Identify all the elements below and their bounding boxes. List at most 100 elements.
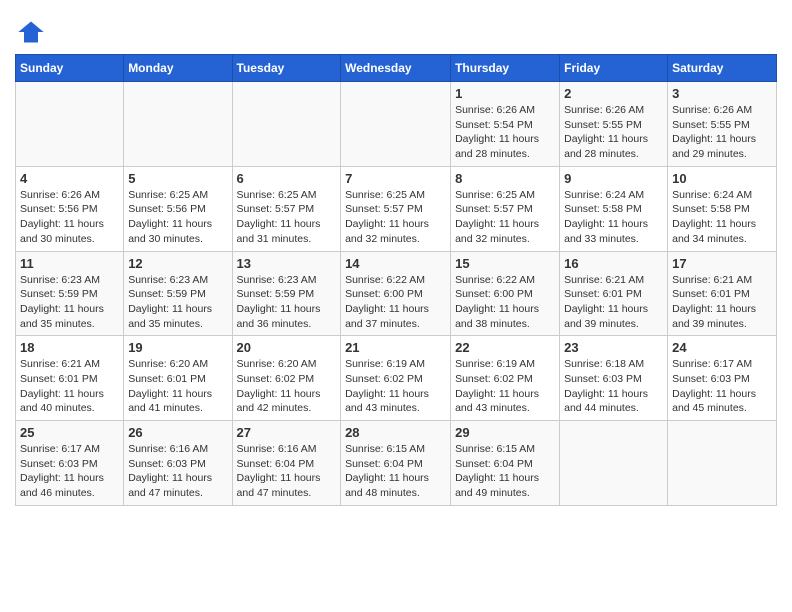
calendar-cell: 20 Sunrise: 6:20 AM Sunset: 6:02 PM Dayli… (232, 336, 341, 421)
day-info: Sunrise: 6:20 AM Sunset: 6:01 PM Dayligh… (128, 357, 227, 416)
day-number: 7 (345, 171, 446, 186)
day-info: Sunrise: 6:21 AM Sunset: 6:01 PM Dayligh… (20, 357, 119, 416)
day-info: Sunrise: 6:25 AM Sunset: 5:57 PM Dayligh… (345, 188, 446, 247)
calendar-table: SundayMondayTuesdayWednesdayThursdayFrid… (15, 54, 777, 506)
calendar-cell (560, 421, 668, 506)
day-number: 5 (128, 171, 227, 186)
day-info: Sunrise: 6:15 AM Sunset: 6:04 PM Dayligh… (345, 442, 446, 501)
calendar-cell: 6 Sunrise: 6:25 AM Sunset: 5:57 PM Daylig… (232, 166, 341, 251)
calendar-cell: 27 Sunrise: 6:16 AM Sunset: 6:04 PM Dayli… (232, 421, 341, 506)
calendar-cell: 16 Sunrise: 6:21 AM Sunset: 6:01 PM Dayli… (560, 251, 668, 336)
calendar-day-header: Thursday (451, 55, 560, 82)
calendar-cell: 23Sunrise: 6:18 AM Sunset: 6:03 PM Dayli… (560, 336, 668, 421)
day-info: Sunrise: 6:22 AM Sunset: 6:00 PM Dayligh… (455, 273, 555, 332)
calendar-cell: 29Sunrise: 6:15 AM Sunset: 6:04 PM Dayli… (451, 421, 560, 506)
day-info: Sunrise: 6:25 AM Sunset: 5:57 PM Dayligh… (455, 188, 555, 247)
day-info: Sunrise: 6:26 AM Sunset: 5:55 PM Dayligh… (672, 103, 772, 162)
day-number: 12 (128, 256, 227, 271)
day-info: Sunrise: 6:16 AM Sunset: 6:04 PM Dayligh… (237, 442, 337, 501)
calendar-cell: 15 Sunrise: 6:22 AM Sunset: 6:00 PM Dayli… (451, 251, 560, 336)
day-number: 28 (345, 425, 446, 440)
day-number: 18 (20, 340, 119, 355)
calendar-cell: 5 Sunrise: 6:25 AM Sunset: 5:56 PM Daylig… (124, 166, 232, 251)
day-number: 10 (672, 171, 772, 186)
day-number: 16 (564, 256, 663, 271)
day-number: 13 (237, 256, 337, 271)
day-number: 26 (128, 425, 227, 440)
calendar-cell: 13 Sunrise: 6:23 AM Sunset: 5:59 PM Dayli… (232, 251, 341, 336)
calendar-week-row: 11 Sunrise: 6:23 AM Sunset: 5:59 PM Dayli… (16, 251, 777, 336)
calendar-cell: 8 Sunrise: 6:25 AM Sunset: 5:57 PM Daylig… (451, 166, 560, 251)
day-number: 14 (345, 256, 446, 271)
day-number: 1 (455, 86, 555, 101)
calendar-header-row: SundayMondayTuesdayWednesdayThursdayFrid… (16, 55, 777, 82)
calendar-day-header: Sunday (16, 55, 124, 82)
calendar-cell: 12 Sunrise: 6:23 AM Sunset: 5:59 PM Dayli… (124, 251, 232, 336)
day-number: 3 (672, 86, 772, 101)
day-info: Sunrise: 6:23 AM Sunset: 5:59 PM Dayligh… (237, 273, 337, 332)
calendar-cell: 26 Sunrise: 6:16 AM Sunset: 6:03 PM Dayli… (124, 421, 232, 506)
day-info: Sunrise: 6:17 AM Sunset: 6:03 PM Dayligh… (672, 357, 772, 416)
day-info: Sunrise: 6:16 AM Sunset: 6:03 PM Dayligh… (128, 442, 227, 501)
day-info: Sunrise: 6:23 AM Sunset: 5:59 PM Dayligh… (20, 273, 119, 332)
day-number: 21 (345, 340, 446, 355)
calendar-day-header: Friday (560, 55, 668, 82)
day-number: 15 (455, 256, 555, 271)
calendar-cell: 21 Sunrise: 6:19 AM Sunset: 6:02 PM Dayli… (341, 336, 451, 421)
day-number: 27 (237, 425, 337, 440)
calendar-day-header: Tuesday (232, 55, 341, 82)
day-info: Sunrise: 6:26 AM Sunset: 5:56 PM Dayligh… (20, 188, 119, 247)
calendar-cell: 10 Sunrise: 6:24 AM Sunset: 5:58 PM Dayli… (668, 166, 777, 251)
calendar-cell (341, 82, 451, 167)
day-info: Sunrise: 6:19 AM Sunset: 6:02 PM Dayligh… (345, 357, 446, 416)
calendar-cell: 24 Sunrise: 6:17 AM Sunset: 6:03 PM Dayli… (668, 336, 777, 421)
day-number: 8 (455, 171, 555, 186)
day-info: Sunrise: 6:21 AM Sunset: 6:01 PM Dayligh… (564, 273, 663, 332)
day-number: 24 (672, 340, 772, 355)
day-info: Sunrise: 6:22 AM Sunset: 6:00 PM Dayligh… (345, 273, 446, 332)
calendar-cell (232, 82, 341, 167)
logo-icon (17, 18, 45, 46)
calendar-cell: 11 Sunrise: 6:23 AM Sunset: 5:59 PM Dayli… (16, 251, 124, 336)
day-number: 4 (20, 171, 119, 186)
day-info: Sunrise: 6:19 AM Sunset: 6:02 PM Dayligh… (455, 357, 555, 416)
calendar-week-row: 4 Sunrise: 6:26 AM Sunset: 5:56 PM Daylig… (16, 166, 777, 251)
calendar-cell: 25Sunrise: 6:17 AM Sunset: 6:03 PM Dayli… (16, 421, 124, 506)
calendar-cell: 1 Sunrise: 6:26 AM Sunset: 5:54 PM Daylig… (451, 82, 560, 167)
day-info: Sunrise: 6:18 AM Sunset: 6:03 PM Dayligh… (564, 357, 663, 416)
calendar-cell: 7 Sunrise: 6:25 AM Sunset: 5:57 PM Daylig… (341, 166, 451, 251)
day-number: 22 (455, 340, 555, 355)
day-info: Sunrise: 6:26 AM Sunset: 5:54 PM Dayligh… (455, 103, 555, 162)
day-info: Sunrise: 6:25 AM Sunset: 5:57 PM Dayligh… (237, 188, 337, 247)
calendar-cell: 19Sunrise: 6:20 AM Sunset: 6:01 PM Dayli… (124, 336, 232, 421)
calendar-cell: 28 Sunrise: 6:15 AM Sunset: 6:04 PM Dayli… (341, 421, 451, 506)
calendar-day-header: Saturday (668, 55, 777, 82)
day-info: Sunrise: 6:24 AM Sunset: 5:58 PM Dayligh… (672, 188, 772, 247)
calendar-cell: 14 Sunrise: 6:22 AM Sunset: 6:00 PM Dayli… (341, 251, 451, 336)
day-info: Sunrise: 6:24 AM Sunset: 5:58 PM Dayligh… (564, 188, 663, 247)
day-number: 11 (20, 256, 119, 271)
calendar-day-header: Wednesday (341, 55, 451, 82)
day-info: Sunrise: 6:17 AM Sunset: 6:03 PM Dayligh… (20, 442, 119, 501)
day-number: 6 (237, 171, 337, 186)
day-info: Sunrise: 6:20 AM Sunset: 6:02 PM Dayligh… (237, 357, 337, 416)
calendar-cell: 2Sunrise: 6:26 AM Sunset: 5:55 PM Daylig… (560, 82, 668, 167)
day-number: 17 (672, 256, 772, 271)
calendar-cell: 4 Sunrise: 6:26 AM Sunset: 5:56 PM Daylig… (16, 166, 124, 251)
calendar-cell: 22 Sunrise: 6:19 AM Sunset: 6:02 PM Dayli… (451, 336, 560, 421)
calendar-cell (16, 82, 124, 167)
day-number: 29 (455, 425, 555, 440)
calendar-week-row: 18 Sunrise: 6:21 AM Sunset: 6:01 PM Dayli… (16, 336, 777, 421)
day-number: 20 (237, 340, 337, 355)
calendar-week-row: 1 Sunrise: 6:26 AM Sunset: 5:54 PM Daylig… (16, 82, 777, 167)
calendar-day-header: Monday (124, 55, 232, 82)
header (15, 10, 777, 46)
calendar-body: 1 Sunrise: 6:26 AM Sunset: 5:54 PM Daylig… (16, 82, 777, 506)
calendar-header: SundayMondayTuesdayWednesdayThursdayFrid… (16, 55, 777, 82)
day-info: Sunrise: 6:25 AM Sunset: 5:56 PM Dayligh… (128, 188, 227, 247)
day-info: Sunrise: 6:23 AM Sunset: 5:59 PM Dayligh… (128, 273, 227, 332)
day-number: 2 (564, 86, 663, 101)
calendar-cell (668, 421, 777, 506)
calendar-cell: 18 Sunrise: 6:21 AM Sunset: 6:01 PM Dayli… (16, 336, 124, 421)
day-number: 9 (564, 171, 663, 186)
